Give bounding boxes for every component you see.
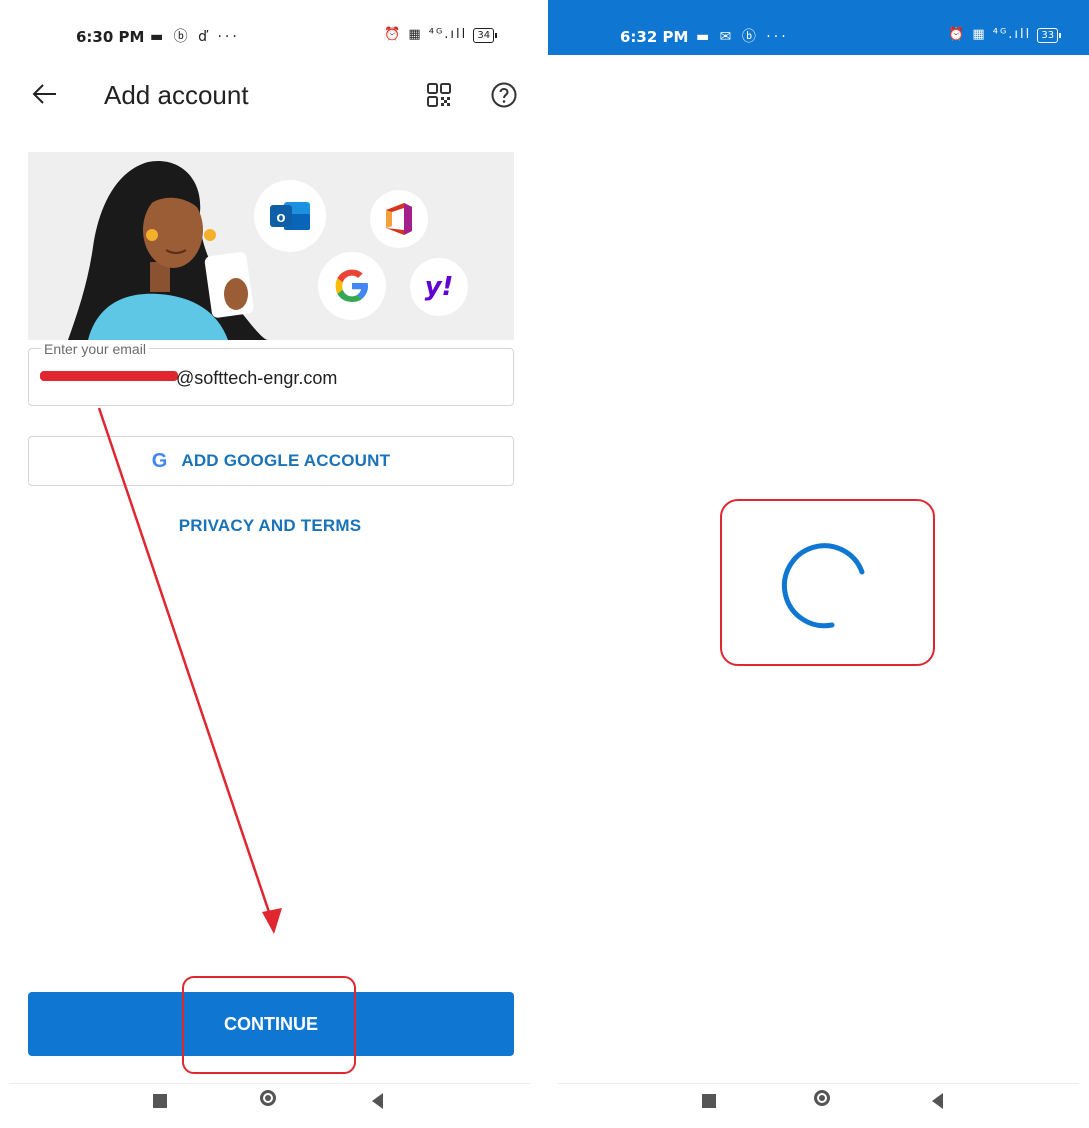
right-screen: 6:32 PM ▬ ✉ ⓑ ··· ⏰ ▦ ⁴ᴳ.ıll 33 bbox=[548, 0, 1089, 1128]
nav-divider bbox=[10, 1083, 530, 1084]
annotation-arrow bbox=[97, 407, 282, 934]
recent-apps-icon[interactable] bbox=[702, 1094, 716, 1108]
signal-icon: ⏰ ▦ ⁴ᴳ.ıll bbox=[948, 27, 1032, 42]
nav-back-icon[interactable] bbox=[372, 1093, 383, 1109]
home-icon[interactable] bbox=[260, 1090, 276, 1106]
recent-apps-icon[interactable] bbox=[153, 1094, 167, 1108]
nav-bar bbox=[548, 1088, 1089, 1128]
nav-divider bbox=[558, 1083, 1079, 1084]
battery-icon: 33 bbox=[1037, 28, 1061, 43]
notification-icons: ▬ ✉ ⓑ ··· bbox=[696, 29, 789, 45]
nav-bar bbox=[0, 1088, 540, 1128]
home-icon[interactable] bbox=[814, 1090, 830, 1106]
signal-icons: ⏰ ▦ ⁴ᴳ.ıll 33 bbox=[948, 27, 1061, 43]
left-screen: 6:30 PM ▬ ⓑ ď ··· ⏰ ▦ ⁴ᴳ.ıll 34 Add acco… bbox=[0, 0, 540, 1128]
status-time: 6:32 PM bbox=[620, 28, 689, 46]
status-bar: 6:32 PM ▬ ✉ ⓑ ··· ⏰ ▦ ⁴ᴳ.ıll 33 bbox=[548, 0, 1089, 55]
nav-back-icon[interactable] bbox=[932, 1093, 943, 1109]
annotation-box-continue bbox=[182, 976, 356, 1074]
annotation-box-spinner bbox=[720, 499, 935, 666]
